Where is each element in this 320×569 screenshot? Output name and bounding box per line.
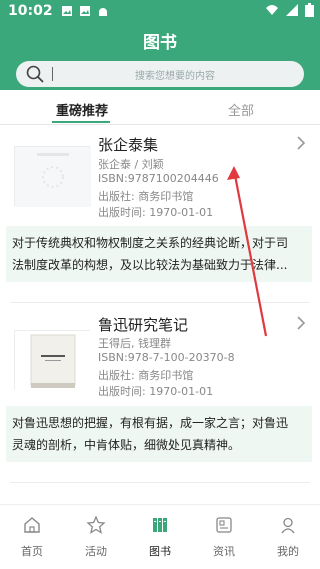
page-title: 图书: [143, 32, 177, 53]
book-description-line: 灵魂的剖析，中肯体贴，细微处见真精神。: [12, 438, 241, 452]
nav-label: 图书: [149, 545, 171, 558]
book-title: 张企泰集: [98, 136, 159, 154]
tab-featured[interactable]: 重磅推荐: [56, 100, 108, 119]
nav-item-activity[interactable]: 活动: [64, 505, 128, 569]
books-icon: [153, 518, 167, 532]
profile-icon: [281, 517, 295, 534]
tab-divider: [0, 124, 320, 125]
image-icon: [61, 6, 72, 16]
book-publisher: 出版社: 商务印书馆: [98, 369, 194, 382]
nav-item-profile[interactable]: 我的: [256, 505, 320, 569]
image-icon: [79, 6, 90, 16]
nav-item-news[interactable]: 资讯: [192, 505, 256, 569]
nav-label: 我的: [277, 545, 299, 558]
book-title: 鲁迅研究笔记: [98, 316, 189, 334]
status-bar: 10:02: [0, 0, 320, 22]
search-input[interactable]: 搜索您想要的内容: [16, 61, 304, 87]
book-description: 对于传统典权和物权制度之关系的经典论断，对于司 法制度改革的构想，及以比较法为基…: [6, 226, 312, 282]
nav-label: 活动: [85, 545, 107, 558]
book-cover: [14, 146, 91, 207]
book-cover: [14, 330, 91, 391]
nav-label: 首页: [21, 545, 43, 558]
nav-label: 资讯: [213, 545, 235, 558]
app-bar: 图书: [0, 22, 320, 58]
tab-all[interactable]: 全部: [228, 100, 254, 119]
news-icon: [216, 517, 232, 533]
star-icon: [86, 515, 106, 534]
book-cover-image: [15, 331, 91, 391]
book-publisher: 出版社: 商务印书馆: [98, 190, 194, 203]
row-divider: [10, 482, 310, 483]
nav-item-home[interactable]: 首页: [0, 505, 64, 569]
search-placeholder: 搜索您想要的内容: [135, 71, 215, 82]
book-isbn: ISBN:978-7-100-20370-8: [98, 351, 235, 364]
chevron-right-icon[interactable]: [296, 316, 306, 334]
book-authors: 张企泰 / 刘颖: [98, 158, 164, 171]
status-time: 10:02: [8, 3, 53, 19]
row-divider: [10, 302, 310, 303]
chevron-right-icon[interactable]: [296, 136, 306, 154]
tab-underline: [52, 121, 110, 123]
bottom-nav: 首页 活动 图书 资讯 我的: [0, 504, 320, 569]
book-description-line: 对于传统典权和物权制度之关系的经典论断，对于司: [12, 236, 289, 250]
signal-icon: [286, 4, 298, 16]
cover-placeholder-icon: [15, 147, 91, 207]
home-icon: [24, 517, 40, 533]
android-icon: [98, 8, 107, 16]
book-description-line: 对鲁迅思想的把握，有根有据，成一家之言；对鲁迅: [12, 416, 289, 430]
book-isbn: ISBN:9787100204446: [98, 172, 219, 185]
nav-item-books[interactable]: 图书: [128, 505, 192, 569]
book-pub-date: 出版时间: 1970-01-01: [98, 385, 214, 398]
book-pub-date: 出版时间: 1970-01-01: [98, 206, 214, 219]
tab-bar: 重磅推荐 全部: [0, 94, 320, 124]
book-description-line: 法制度改革的构想，及以比较法为基础致力于法律...: [12, 258, 288, 272]
wifi-icon: [266, 5, 278, 15]
book-authors: 王得后, 钱理群: [98, 337, 171, 350]
battery-icon: [305, 3, 314, 17]
book-description: 对鲁迅思想的把握，有根有据，成一家之言；对鲁迅 灵魂的剖析，中肯体贴，细微处见真…: [6, 406, 312, 462]
